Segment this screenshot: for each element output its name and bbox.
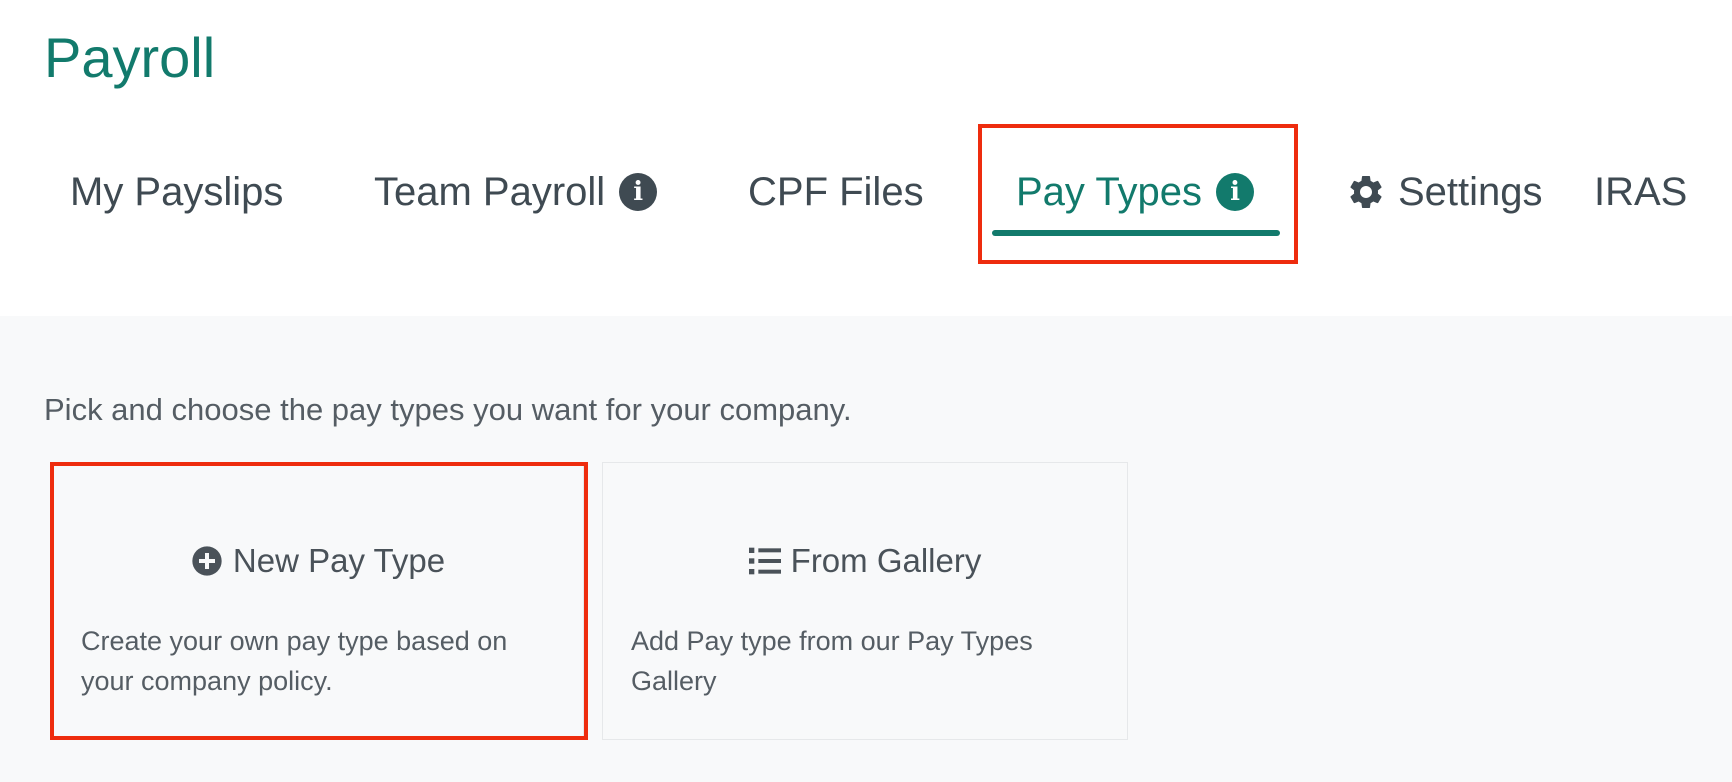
info-icon[interactable]: i bbox=[619, 173, 658, 211]
from-gallery-card[interactable]: From Gallery Add Pay type from our Pay T… bbox=[602, 462, 1128, 740]
tab-my-payslips[interactable]: My Payslips bbox=[70, 162, 283, 222]
active-tab-indicator bbox=[992, 230, 1280, 236]
plus-circle-icon bbox=[192, 546, 222, 576]
card-description: Create your own pay type based on your c… bbox=[81, 626, 508, 696]
card-description: Add Pay type from our Pay Types Gallery bbox=[631, 626, 1033, 696]
tab-label: Team Payroll bbox=[374, 169, 606, 214]
tab-settings[interactable]: Settings bbox=[1346, 162, 1543, 222]
card-title-label: New Pay Type bbox=[232, 542, 446, 579]
tab-cpf-files[interactable]: CPF Files bbox=[748, 162, 924, 222]
header: Payroll My Payslips Team Payroll i CPF F… bbox=[0, 0, 1732, 316]
page-title: Payroll bbox=[44, 26, 216, 89]
tab-label: Settings bbox=[1398, 169, 1543, 214]
tab-iras[interactable]: IRAS bbox=[1594, 162, 1687, 222]
gear-icon bbox=[1346, 172, 1386, 212]
info-icon[interactable]: i bbox=[1216, 173, 1255, 211]
tab-label: Pay Types bbox=[1016, 169, 1203, 214]
tab-label: IRAS bbox=[1594, 169, 1688, 214]
list-icon bbox=[748, 547, 781, 575]
tab-pay-types[interactable]: Pay Types i bbox=[1016, 162, 1255, 222]
tab-label: CPF Files bbox=[748, 169, 924, 214]
tab-label: My Payslips bbox=[70, 169, 284, 214]
tab-bar: My Payslips Team Payroll i CPF Files Pay… bbox=[0, 140, 1732, 250]
card-title: From Gallery bbox=[603, 539, 1127, 583]
new-pay-type-card[interactable]: New Pay Type Create your own pay type ba… bbox=[52, 462, 584, 740]
card-title-label: From Gallery bbox=[790, 542, 982, 579]
card-title: New Pay Type bbox=[53, 539, 583, 583]
intro-text: Pick and choose the pay types you want f… bbox=[44, 392, 852, 427]
pay-types-panel: Pick and choose the pay types you want f… bbox=[0, 316, 1732, 782]
tab-team-payroll[interactable]: Team Payroll i bbox=[374, 162, 658, 222]
